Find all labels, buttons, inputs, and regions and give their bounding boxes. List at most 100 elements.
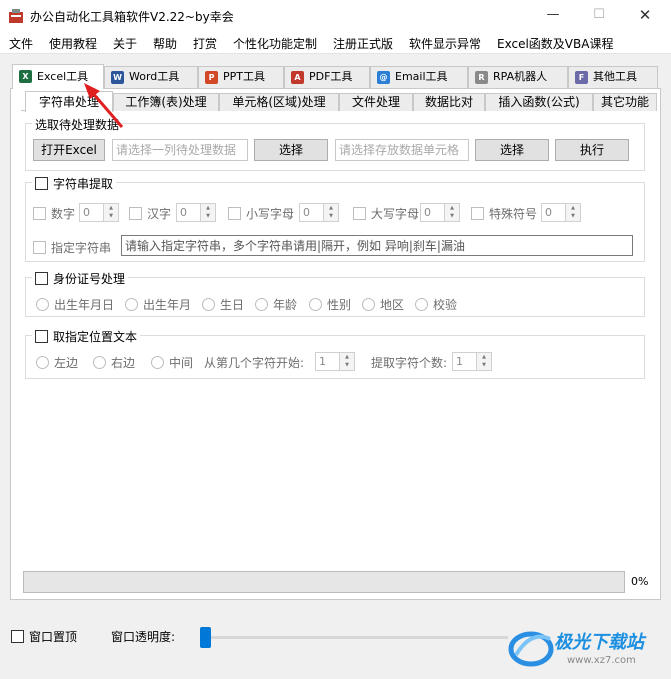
string-extract-checkbox[interactable] <box>35 177 48 190</box>
word-icon: W <box>111 71 124 84</box>
specified-string-option[interactable]: 指定字符串 <box>33 239 111 256</box>
window-pin-checkbox[interactable] <box>11 630 24 643</box>
radio-circle-icon[interactable] <box>202 298 215 311</box>
radio-circle-icon[interactable] <box>415 298 428 311</box>
tab-word-tools[interactable]: W Word工具 <box>104 66 198 88</box>
progress-text: 0% <box>631 575 649 588</box>
opacity-label: 窗口透明度: <box>111 630 176 644</box>
radio-middle[interactable]: 中间 <box>151 354 193 371</box>
digits-option[interactable]: 数字 <box>33 205 75 222</box>
tab-file-processing[interactable]: 文件处理 <box>339 93 413 111</box>
watermark-logo-icon <box>508 631 554 667</box>
app-icon <box>9 9 23 23</box>
output-cell-input[interactable]: 请选择存放数据单元格 <box>335 139 469 161</box>
tab-ppt-tools[interactable]: P PPT工具 <box>198 66 284 88</box>
digits-checkbox[interactable] <box>33 207 46 220</box>
specified-string-input[interactable]: 请输入指定字符串，多个字符串请用|隔开，例如 异响|刹车|漏油 <box>121 235 633 256</box>
menu-register[interactable]: 注册正式版 <box>333 35 393 52</box>
special-symbol-count-stepper[interactable]: 0 ▲ ▼ <box>541 203 581 222</box>
watermark-url: www.xz7.com <box>567 655 636 666</box>
uppercase-count-stepper[interactable]: 0 ▲ ▼ <box>420 203 460 222</box>
stepper-arrows-icon[interactable]: ▲ ▼ <box>323 204 338 221</box>
radio-region[interactable]: 地区 <box>362 296 404 313</box>
window-pin-option[interactable]: 窗口置顶 <box>11 628 77 645</box>
tab-string-processing[interactable]: 字符串处理 <box>25 91 113 112</box>
maximize-button[interactable]: ☐ <box>576 0 622 30</box>
tab-other-functions[interactable]: 其它功能 <box>593 93 657 111</box>
uppercase-option[interactable]: 大写字母 <box>353 205 419 222</box>
stepper-arrows-icon[interactable]: ▲ ▼ <box>339 353 354 370</box>
stepper-arrows-icon[interactable]: ▲ ▼ <box>103 204 118 221</box>
select-range-button[interactable]: 选择 <box>254 139 328 161</box>
char-count-stepper[interactable]: 1 ▲ ▼ <box>452 352 492 371</box>
string-extract-header[interactable]: 字符串提取 <box>32 175 117 192</box>
radio-birth-month[interactable]: 出生年月 <box>125 296 191 313</box>
radio-left[interactable]: 左边 <box>36 354 78 371</box>
tab-insert-function[interactable]: 插入函数(公式) <box>485 93 593 111</box>
menu-custom[interactable]: 个性化功能定制 <box>233 35 317 52</box>
specified-string-checkbox[interactable] <box>33 241 46 254</box>
radio-right[interactable]: 右边 <box>93 354 135 371</box>
lowercase-count-stepper[interactable]: 0 ▲ ▼ <box>299 203 339 222</box>
robot-icon: R <box>475 71 488 84</box>
opacity-slider-track[interactable] <box>208 636 508 639</box>
opacity-slider-thumb[interactable] <box>200 627 211 648</box>
stepper-arrows-icon[interactable]: ▲ ▼ <box>444 204 459 221</box>
lowercase-checkbox[interactable] <box>228 207 241 220</box>
special-symbol-checkbox[interactable] <box>471 207 484 220</box>
radio-circle-icon[interactable] <box>151 356 164 369</box>
menu-tutorial[interactable]: 使用教程 <box>49 35 97 52</box>
tab-pdf-tools[interactable]: A PDF工具 <box>284 66 370 88</box>
digits-count-stepper[interactable]: 0 ▲ ▼ <box>79 203 119 222</box>
menu-tip[interactable]: 打赏 <box>193 35 217 52</box>
data-range-input[interactable]: 请选择一列待处理数据 <box>112 139 248 161</box>
radio-circle-icon[interactable] <box>309 298 322 311</box>
radio-circle-icon[interactable] <box>125 298 138 311</box>
menu-help[interactable]: 帮助 <box>153 35 177 52</box>
close-button[interactable]: ✕ <box>622 0 668 30</box>
stepper-arrows-icon[interactable]: ▲ ▼ <box>476 353 491 370</box>
radio-circle-icon[interactable] <box>36 356 49 369</box>
uppercase-checkbox[interactable] <box>353 207 366 220</box>
chinese-count-stepper[interactable]: 0 ▲ ▼ <box>176 203 216 222</box>
tab-rpa-robot[interactable]: R RPA机器人 <box>468 66 568 88</box>
tab-email-tools[interactable]: @ Email工具 <box>370 66 468 88</box>
window-title: 办公自动化工具箱软件V2.22~by幸会 <box>30 10 234 24</box>
tab-excel-tools[interactable]: X Excel工具 <box>12 64 104 89</box>
excel-icon: X <box>19 70 32 83</box>
menu-display-issue[interactable]: 软件显示异常 <box>409 35 481 52</box>
id-card-header[interactable]: 身份证号处理 <box>32 270 129 287</box>
stepper-arrows-icon[interactable]: ▲ ▼ <box>565 204 580 221</box>
position-text-header[interactable]: 取指定位置文本 <box>32 328 141 345</box>
radio-circle-icon[interactable] <box>36 298 49 311</box>
menu-vba-course[interactable]: Excel函数及VBA课程 <box>497 35 613 52</box>
menu-about[interactable]: 关于 <box>113 35 137 52</box>
main-panel: 字符串处理 工作簿(表)处理 单元格(区域)处理 文件处理 数据比对 插入函数(… <box>10 88 661 600</box>
chinese-checkbox[interactable] <box>129 207 142 220</box>
tab-data-compare[interactable]: 数据比对 <box>413 93 485 111</box>
position-text-checkbox[interactable] <box>35 330 48 343</box>
select-output-button[interactable]: 选择 <box>475 139 549 161</box>
start-position-stepper[interactable]: 1 ▲ ▼ <box>315 352 355 371</box>
chinese-option[interactable]: 汉字 <box>129 205 171 222</box>
minimize-button[interactable]: — <box>530 0 576 30</box>
radio-gender[interactable]: 性别 <box>309 296 351 313</box>
radio-circle-icon[interactable] <box>255 298 268 311</box>
menu-file[interactable]: 文件 <box>9 35 33 52</box>
tab-cell-processing[interactable]: 单元格(区域)处理 <box>219 93 339 111</box>
lowercase-option[interactable]: 小写字母 <box>228 205 294 222</box>
radio-verify[interactable]: 校验 <box>415 296 457 313</box>
radio-circle-icon[interactable] <box>362 298 375 311</box>
execute-button[interactable]: 执行 <box>555 139 629 161</box>
email-icon: @ <box>377 71 390 84</box>
open-excel-button[interactable]: 打开Excel <box>33 139 105 161</box>
id-card-checkbox[interactable] <box>35 272 48 285</box>
radio-age[interactable]: 年龄 <box>255 296 297 313</box>
radio-birth-date[interactable]: 出生年月日 <box>36 296 114 313</box>
tab-workbook-processing[interactable]: 工作簿(表)处理 <box>113 93 219 111</box>
tab-other-tools[interactable]: F 其他工具 <box>568 66 658 88</box>
radio-circle-icon[interactable] <box>93 356 106 369</box>
stepper-arrows-icon[interactable]: ▲ ▼ <box>200 204 215 221</box>
radio-birthday[interactable]: 生日 <box>202 296 244 313</box>
special-symbol-option[interactable]: 特殊符号 <box>471 205 537 222</box>
